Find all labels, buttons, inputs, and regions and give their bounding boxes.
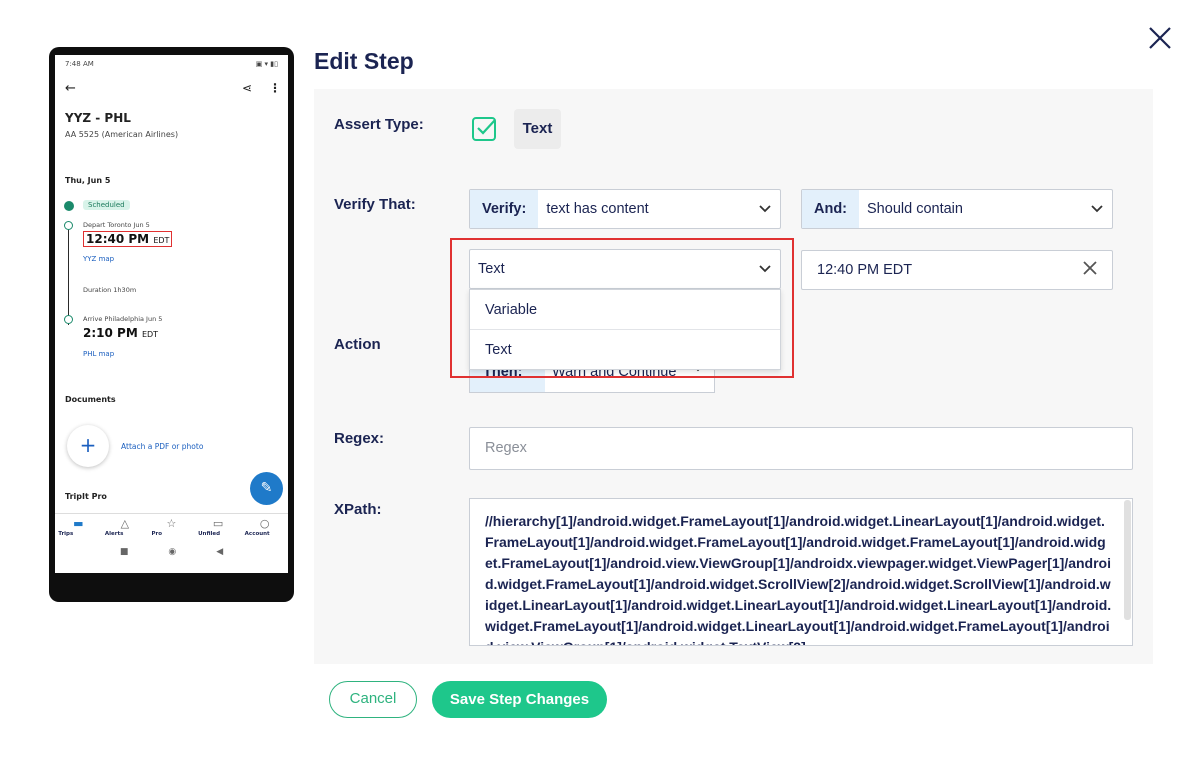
tab-trips[interactable]: ▬ Trips <box>58 514 98 543</box>
verify-that-label: Verify That: <box>334 196 416 213</box>
tab-label: Unfiled <box>198 531 221 537</box>
route-title: YYZ - PHL <box>65 111 131 125</box>
and-value: Should contain <box>867 201 963 217</box>
tab-account[interactable]: ○ Account <box>245 514 285 543</box>
attach-link[interactable]: Attach a PDF or photo <box>121 442 203 451</box>
xpath-scrollbar[interactable] <box>1124 500 1131 620</box>
compare-value-input[interactable]: 12:40 PM EDT <box>801 250 1113 290</box>
and-prefix: And: <box>802 190 860 228</box>
page-title: Edit Step <box>314 48 414 74</box>
device-preview: 7:48 AM ▣ ▾ ▮▯ ← ⋖ ⋮ YYZ - PHL AA 5525 (… <box>49 47 294 602</box>
depart-time[interactable]: 12:40 PM EDT <box>83 231 173 247</box>
tab-label: Pro <box>151 531 163 537</box>
highlight-box <box>450 238 794 378</box>
action-label: Action <box>334 336 381 353</box>
document-icon: ▭ <box>212 517 224 530</box>
xpath-textarea[interactable]: //hierarchy[1]/android.widget.FrameLayou… <box>469 498 1133 646</box>
bell-icon: △ <box>120 517 130 530</box>
depart-tz: EDT <box>153 236 170 245</box>
more-icon[interactable]: ⋮ <box>269 81 281 95</box>
arrive-time: 2:10 PM EDT <box>83 326 158 340</box>
arrive-node-icon <box>64 315 73 324</box>
suitcase-icon: ▬ <box>73 517 84 530</box>
depart-node-icon <box>64 221 73 230</box>
regex-label: Regex: <box>334 430 385 447</box>
tab-alerts[interactable]: △ Alerts <box>105 514 145 543</box>
plus-icon[interactable]: + <box>67 425 109 467</box>
arrive-map-link[interactable]: PHL map <box>83 350 114 358</box>
tab-label: Account <box>244 531 270 537</box>
device-screen: 7:48 AM ▣ ▾ ▮▯ ← ⋖ ⋮ YYZ - PHL AA 5525 (… <box>55 55 288 573</box>
duration-label: Duration 1h30m <box>83 286 137 294</box>
verify-select[interactable]: Verify: text has content <box>469 189 781 229</box>
bottom-tab-bar: ▬ Trips △ Alerts ☆ Pro ▭ Unfiled ○ Account <box>55 513 288 543</box>
recents-icon[interactable]: ■ <box>120 547 129 557</box>
trip-date: Thu, Jun 5 <box>65 176 111 185</box>
chevron-down-icon <box>1082 202 1112 216</box>
and-select[interactable]: And: Should contain <box>801 189 1113 229</box>
home-icon[interactable]: ◉ <box>168 547 176 557</box>
status-icons: ▣ ▾ ▮▯ <box>255 60 278 68</box>
check-circle-icon <box>64 201 74 211</box>
save-step-changes-button[interactable]: Save Step Changes <box>432 681 607 718</box>
arrive-tz: EDT <box>141 330 159 339</box>
tab-label: Alerts <box>104 531 124 537</box>
arrive-label: Arrive Philadelphia Jun 5 <box>83 315 163 323</box>
verify-prefix: Verify: <box>470 190 539 228</box>
documents-heading: Documents <box>65 395 116 404</box>
depart-time-value: 12:40 PM <box>86 232 150 246</box>
person-icon: ○ <box>259 517 270 530</box>
back-arrow-icon[interactable]: ← <box>65 81 76 96</box>
depart-map-link[interactable]: YYZ map <box>83 255 114 263</box>
tripit-pro-heading: TripIt Pro <box>65 492 107 501</box>
verify-value: text has content <box>546 201 649 217</box>
clear-icon[interactable] <box>1082 260 1098 281</box>
depart-label: Depart Toronto Jun 5 <box>83 221 150 229</box>
edit-step-modal: 7:48 AM ▣ ▾ ▮▯ ← ⋖ ⋮ YYZ - PHL AA 5525 (… <box>0 0 1200 765</box>
checkbox-icon[interactable] <box>471 116 497 142</box>
edit-pencil-icon[interactable]: ✎ <box>250 472 283 505</box>
xpath-label: XPath: <box>334 501 382 518</box>
back-icon[interactable]: ◀ <box>216 547 223 557</box>
assert-type-label: Assert Type: <box>334 116 424 133</box>
flight-info: AA 5525 (American Airlines) <box>65 130 179 139</box>
status-time: 7:48 AM <box>65 60 94 68</box>
android-nav-bar: ■ ◉ ◀ <box>55 547 288 557</box>
assert-type-chip[interactable]: Text <box>514 109 561 149</box>
chevron-down-icon <box>750 202 780 216</box>
tab-unfiled[interactable]: ▭ Unfiled <box>198 514 238 543</box>
tab-label: Trips <box>58 531 74 537</box>
close-icon[interactable] <box>1144 22 1176 54</box>
arrive-time-value: 2:10 PM <box>83 326 138 340</box>
status-badge: Scheduled <box>83 200 130 210</box>
regex-input[interactable]: Regex <box>469 427 1133 470</box>
share-icon[interactable]: ⋖ <box>242 81 252 95</box>
star-icon: ☆ <box>166 517 177 530</box>
tab-pro[interactable]: ☆ Pro <box>151 514 191 543</box>
cancel-button[interactable]: Cancel <box>329 681 417 718</box>
timeline-line <box>68 225 69 325</box>
